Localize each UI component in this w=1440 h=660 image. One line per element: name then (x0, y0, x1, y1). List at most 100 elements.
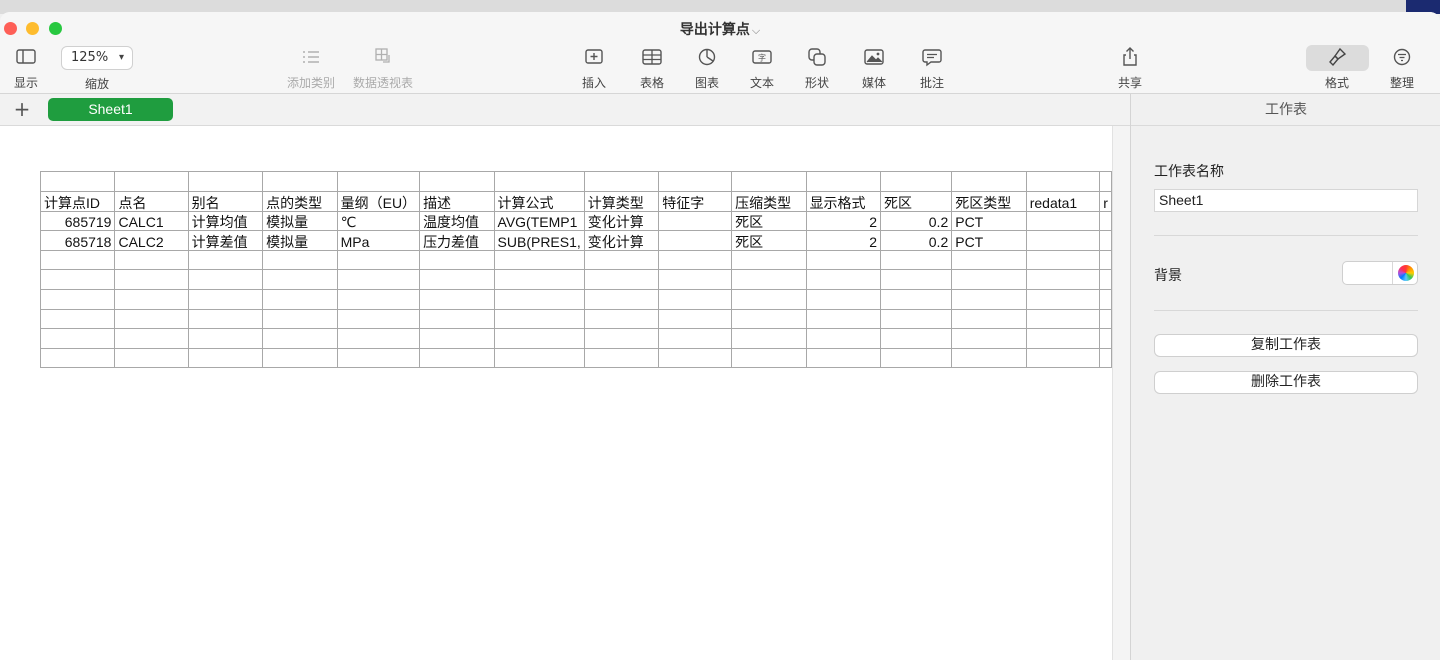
document-title[interactable]: 导出计算点 ⌵ (620, 19, 820, 39)
table-cell[interactable] (805, 249, 882, 271)
table-cell[interactable]: 2 (805, 230, 882, 251)
table-cell[interactable]: 0.2 (880, 230, 953, 251)
close-window-button[interactable] (4, 22, 17, 35)
organize-button[interactable]: 整理 (1384, 46, 1420, 91)
table-cell[interactable]: 特征字 (658, 190, 733, 212)
table-cell[interactable] (880, 171, 953, 192)
table-cell[interactable]: 量纲（EU） (336, 190, 421, 212)
table-cell[interactable] (114, 249, 189, 271)
table-cell[interactable] (262, 347, 338, 369)
table-cell[interactable] (880, 269, 953, 290)
table-cell[interactable] (1025, 347, 1101, 369)
table-cell[interactable] (1099, 308, 1112, 330)
table-cell[interactable] (493, 347, 585, 369)
color-wheel-icon[interactable] (1398, 265, 1414, 281)
table-cell[interactable] (493, 249, 585, 271)
table-cell[interactable]: PCT (951, 230, 1027, 251)
table-cell[interactable] (731, 249, 807, 271)
table-cell[interactable]: 描述 (419, 190, 495, 212)
table-cell[interactable] (583, 328, 660, 349)
table-cell[interactable] (187, 308, 264, 330)
table-cell[interactable]: 别名 (187, 190, 264, 212)
table-cell[interactable] (583, 269, 660, 290)
table-cell[interactable]: 温度均值 (419, 210, 495, 232)
table-cell[interactable] (336, 308, 421, 330)
table-cell[interactable] (262, 308, 338, 330)
table-cell[interactable]: 计算类型 (583, 190, 660, 212)
table-cell[interactable] (805, 347, 882, 369)
table-cell[interactable] (1025, 328, 1101, 349)
table-cell[interactable] (114, 288, 189, 310)
table-cell[interactable] (951, 269, 1027, 290)
table-cell[interactable] (583, 171, 660, 192)
table-cell[interactable] (1025, 288, 1101, 310)
table-cell[interactable]: 压力差值 (419, 230, 495, 251)
zoom-select[interactable]: 125% ▾ (61, 46, 133, 70)
zoom-window-button[interactable] (49, 22, 62, 35)
table-cell[interactable] (419, 288, 495, 310)
table-cell[interactable] (1099, 328, 1112, 349)
table-cell[interactable] (114, 269, 189, 290)
table-cell[interactable]: CALC2 (114, 230, 189, 251)
table-cell[interactable] (39, 288, 116, 310)
table-cell[interactable] (336, 288, 421, 310)
table-cell[interactable] (187, 328, 264, 349)
table-cell[interactable] (658, 249, 733, 271)
table-cell[interactable]: 点名 (114, 190, 189, 212)
table-cell[interactable] (1025, 171, 1101, 192)
table-cell[interactable] (1099, 269, 1112, 290)
display-button[interactable]: 显示 (8, 46, 44, 91)
table-cell[interactable]: 685718 (39, 230, 116, 251)
insert-button[interactable]: 插入 (576, 46, 612, 91)
table-cell[interactable] (1025, 269, 1101, 290)
table-cell[interactable] (658, 171, 733, 192)
table-cell[interactable]: SUB(PRES1, (493, 230, 585, 251)
table-cell[interactable] (1025, 249, 1101, 271)
table-cell[interactable] (880, 328, 953, 349)
table-cell[interactable] (39, 171, 116, 192)
table-cell[interactable] (658, 347, 733, 369)
table-cell[interactable] (187, 347, 264, 369)
sheet-tab-sheet1[interactable]: Sheet1 (48, 98, 173, 121)
table-cell[interactable] (336, 347, 421, 369)
table-cell[interactable]: 计算点ID (39, 190, 116, 212)
table-cell[interactable] (658, 308, 733, 330)
table-cell[interactable] (493, 269, 585, 290)
table-cell[interactable] (39, 308, 116, 330)
table-cell[interactable] (805, 328, 882, 349)
table-cell[interactable] (262, 249, 338, 271)
table-cell[interactable] (583, 249, 660, 271)
table-cell[interactable] (114, 308, 189, 330)
table-cell[interactable] (493, 288, 585, 310)
table-cell[interactable] (1099, 230, 1112, 251)
sheet-canvas[interactable]: 计算点ID 点名 别名 点的类型 量纲（EU） 描述 计算公式 计算类型 特征字 压缩类型 显示格式… (0, 126, 1112, 660)
table-cell[interactable] (805, 269, 882, 290)
table-cell[interactable] (583, 308, 660, 330)
table-cell[interactable] (951, 308, 1027, 330)
table-cell[interactable]: 显示格式 (805, 190, 882, 212)
table-cell[interactable]: AVG(TEMP1 (493, 210, 585, 232)
table-cell[interactable]: 计算差值 (187, 230, 264, 251)
table-cell[interactable] (951, 171, 1027, 192)
duplicate-sheet-button[interactable]: 复制工作表 (1154, 334, 1418, 357)
table-cell[interactable] (880, 308, 953, 330)
table-cell[interactable] (336, 249, 421, 271)
share-button[interactable]: 共享 (1112, 46, 1148, 91)
table-cell[interactable] (114, 347, 189, 369)
table-cell[interactable]: MPa (336, 230, 421, 251)
table-cell[interactable] (731, 171, 807, 192)
table-cell[interactable]: 计算均值 (187, 210, 264, 232)
table-cell[interactable] (1025, 308, 1101, 330)
table-cell[interactable] (658, 288, 733, 310)
table-cell[interactable] (419, 347, 495, 369)
table-cell[interactable]: 变化计算 (583, 210, 660, 232)
table-cell[interactable] (262, 328, 338, 349)
comment-button[interactable]: 批注 (914, 46, 950, 91)
table-cell[interactable]: CALC1 (114, 210, 189, 232)
table-cell[interactable] (493, 328, 585, 349)
pivot-table-button[interactable]: 数据透视表 (350, 46, 416, 91)
table-cell[interactable] (493, 308, 585, 330)
table-cell[interactable] (658, 230, 733, 251)
table-cell[interactable] (187, 288, 264, 310)
table-cell[interactable]: 0.2 (880, 210, 953, 232)
